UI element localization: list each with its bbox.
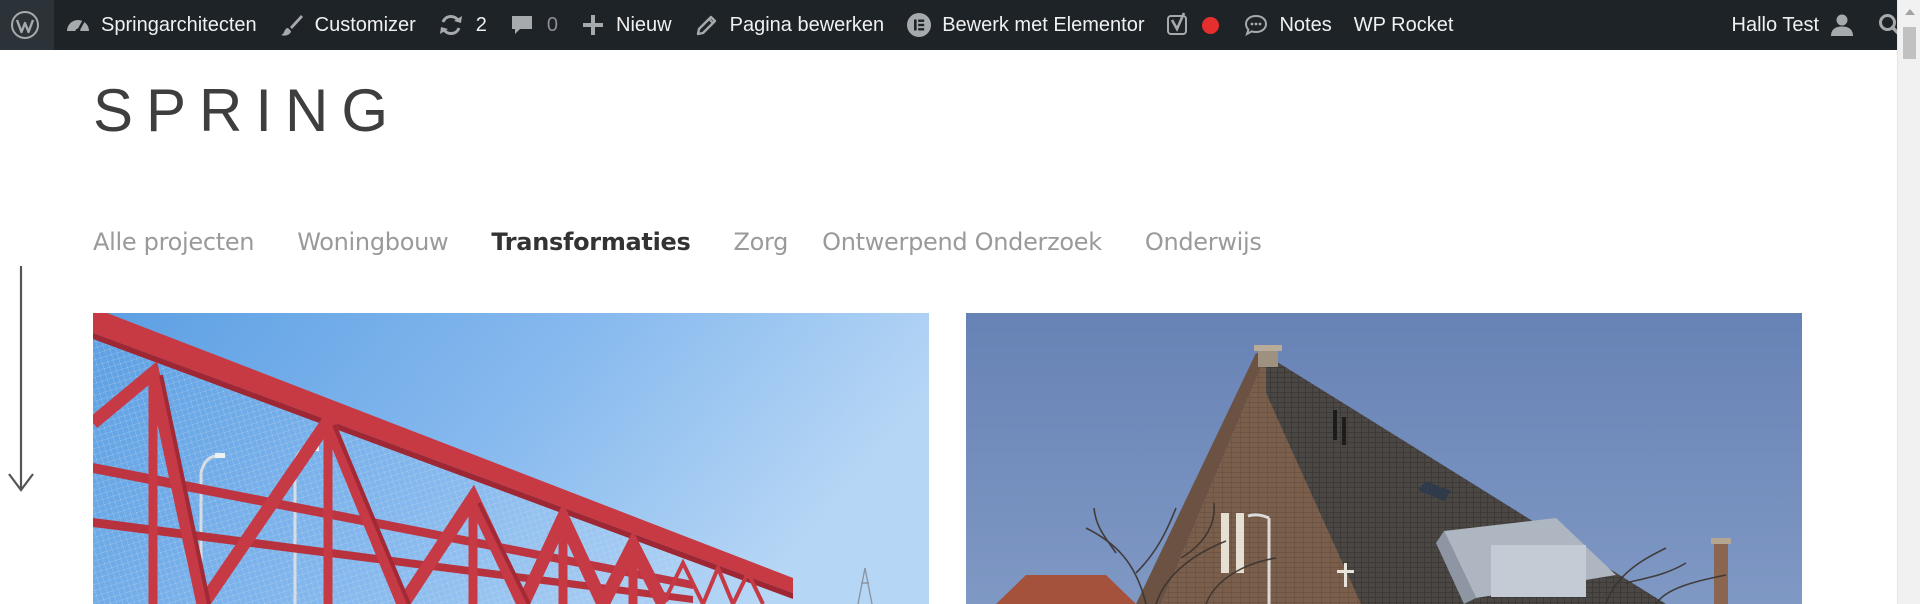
comments-link[interactable]: 0: [498, 0, 569, 50]
scroll-up-button[interactable]: [1898, 0, 1920, 24]
paintbrush-icon: [279, 12, 305, 38]
project-image-bridge: [93, 313, 929, 604]
nav-item-transformaties[interactable]: Transformaties: [491, 228, 690, 256]
user-icon: [1829, 12, 1855, 38]
notes-link[interactable]: Notes: [1232, 0, 1342, 50]
updates-link[interactable]: 2: [427, 0, 498, 50]
updates-count: 2: [475, 13, 487, 36]
nav-item-zorg[interactable]: Zorg: [734, 228, 789, 256]
page-content: SPRING Alle projecten Woningbouw Transfo…: [0, 50, 1897, 604]
page-scrollbar[interactable]: [1897, 0, 1920, 604]
site-name-menu[interactable]: Springarchitecten: [54, 0, 268, 50]
dashboard-icon: [65, 12, 91, 38]
wordpress-logo-icon: [10, 10, 40, 40]
edit-page-label: Pagina bewerken: [729, 13, 885, 36]
notes-label: Notes: [1279, 13, 1332, 36]
wordpress-menu[interactable]: [0, 0, 54, 50]
pencil-icon: [694, 12, 720, 38]
wp-admin-bar: Springarchitecten Customizer 2 0 Nieuw P…: [0, 0, 1920, 50]
elementor-label: Bewerk met Elementor: [942, 13, 1145, 36]
greeting-label: Hallo Test: [1731, 13, 1819, 36]
wp-rocket-label: WP Rocket: [1353, 13, 1454, 36]
site-name-label: Springarchitecten: [101, 13, 257, 36]
project-image-church: [966, 313, 1802, 604]
project-category-nav: Alle projecten Woningbouw Transformaties…: [93, 228, 1305, 256]
new-label: Nieuw: [616, 13, 672, 36]
project-card-bridge[interactable]: [93, 313, 929, 604]
yoast-icon: [1166, 12, 1192, 38]
comments-count: 0: [546, 13, 559, 36]
customizer-link[interactable]: Customizer: [268, 0, 427, 50]
elementor-edit-link[interactable]: Bewerk met Elementor: [895, 0, 1155, 50]
new-content-menu[interactable]: Nieuw: [569, 0, 683, 50]
project-card-church[interactable]: [966, 313, 1802, 604]
scrollbar-thumb[interactable]: [1903, 27, 1916, 59]
my-account-menu[interactable]: Hallo Test: [1721, 0, 1866, 50]
edit-page-link[interactable]: Pagina bewerken: [683, 0, 896, 50]
speech-bubble-icon: [1243, 12, 1269, 38]
chevron-up-icon: [1904, 9, 1915, 15]
wp-rocket-menu[interactable]: WP Rocket: [1343, 0, 1465, 50]
site-logo[interactable]: SPRING: [93, 76, 401, 145]
seo-score-indicator: [1202, 16, 1220, 34]
refresh-icon: [438, 12, 464, 38]
customizer-label: Customizer: [314, 13, 416, 36]
nav-item-woningbouw[interactable]: Woningbouw: [297, 228, 448, 256]
comment-icon: [509, 12, 535, 38]
admin-bar-right: Hallo Test: [1721, 0, 1920, 50]
nav-item-alle-projecten[interactable]: Alle projecten: [93, 228, 255, 256]
plus-icon: [580, 12, 606, 38]
yoast-seo-menu[interactable]: [1155, 0, 1232, 50]
elementor-icon: [906, 12, 932, 38]
down-arrow-icon: [8, 266, 34, 492]
admin-bar-left: Springarchitecten Customizer 2 0 Nieuw P…: [0, 0, 1464, 50]
nav-item-onderwijs[interactable]: Onderwijs: [1145, 228, 1262, 256]
nav-item-ontwerpend-onderzoek[interactable]: Ontwerpend Onderzoek: [822, 228, 1102, 256]
